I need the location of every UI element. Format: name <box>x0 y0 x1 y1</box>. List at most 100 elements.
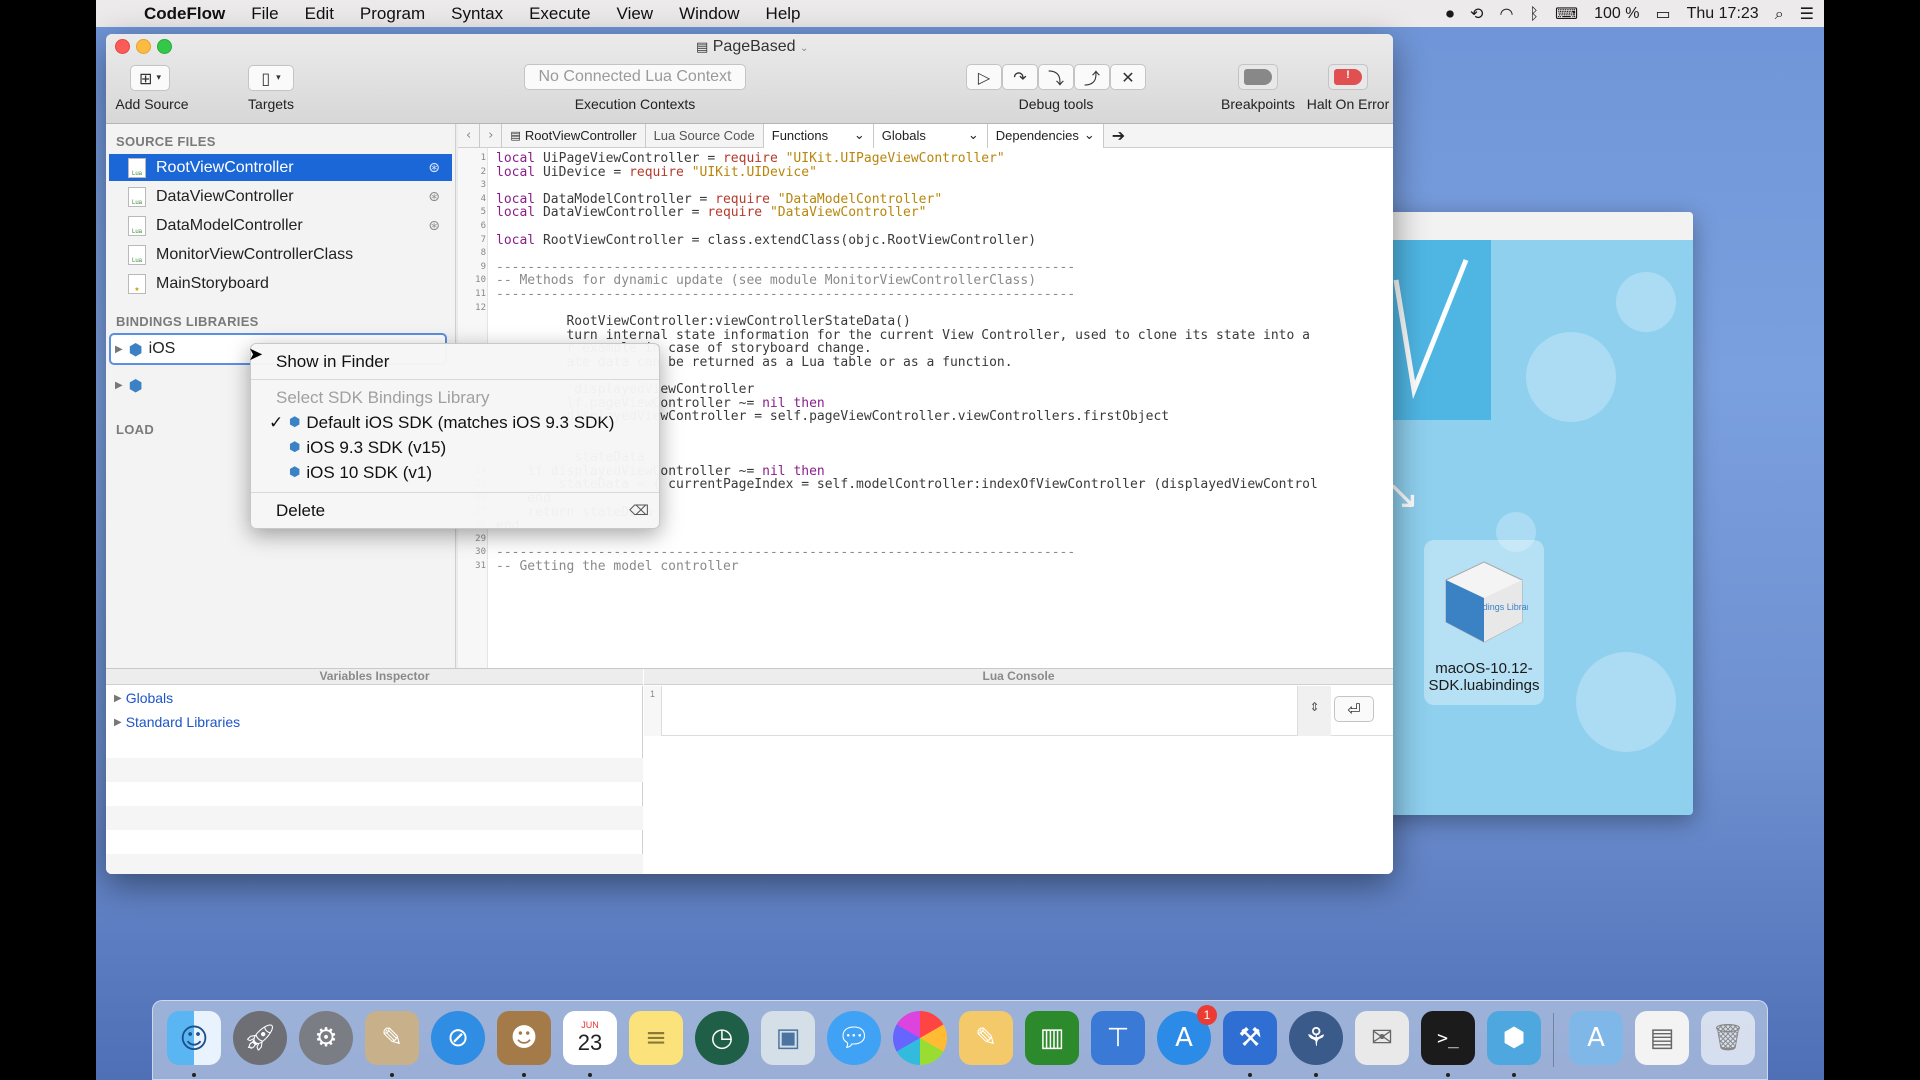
menu-syntax[interactable]: Syntax <box>438 4 516 24</box>
pages-icon[interactable]: ✎ <box>959 1011 1013 1065</box>
add-source-button[interactable]: ⊞ ▾ <box>130 65 170 91</box>
close-window-button[interactable] <box>115 39 130 54</box>
notification-center-icon[interactable]: ☰ <box>1800 4 1814 23</box>
background-window[interactable]: ↘ <box>1376 212 1693 815</box>
target-icon[interactable]: ⊛ <box>428 189 440 205</box>
sidebar-file-dataviewcontroller[interactable]: Lua DataViewController ⊛ <box>109 183 452 210</box>
variables-globals[interactable]: ▶ Globals <box>106 686 642 710</box>
calendar-icon[interactable]: JUN 23 <box>563 1011 617 1065</box>
breadcrumb-file[interactable]: ▤ RootViewController <box>502 123 646 148</box>
contacts-icon[interactable]: ☻ <box>497 1011 551 1065</box>
desktop-file-luabindings[interactable]: Bindings Library macOS-10.12- SDK.luabin… <box>1424 540 1544 705</box>
step-out-icon[interactable]: ⤴ <box>1074 64 1110 90</box>
notes-icon[interactable]: ≡ <box>629 1011 683 1065</box>
menu-view[interactable]: View <box>604 4 667 24</box>
code-line[interactable]: local DataViewController = require "Data… <box>496 204 927 221</box>
clock[interactable]: Thu 17:23 <box>1687 5 1759 23</box>
xcode-icon[interactable]: ⚒ <box>1223 1011 1277 1065</box>
menu-program[interactable]: Program <box>347 4 438 24</box>
step-over-icon[interactable]: ↷ <box>1002 64 1038 90</box>
breakpoints-button[interactable] <box>1238 64 1278 90</box>
execute-return-icon[interactable]: ⏎ <box>1334 696 1374 722</box>
code-line[interactable]: ----------------------------------------… <box>496 286 1075 303</box>
dependencies-popup[interactable]: Dependencies ⌄ <box>987 123 1104 148</box>
forward-arrow-icon[interactable]: › <box>480 123 503 148</box>
preview-icon[interactable]: ✎ <box>365 1011 419 1065</box>
stop-icon[interactable]: ✕ <box>1110 64 1146 90</box>
run-icon[interactable]: ▷ <box>966 64 1002 90</box>
keynote-icon[interactable]: ⊤ <box>1091 1011 1145 1065</box>
target-icon[interactable]: ⊛ <box>428 218 440 234</box>
target-icon[interactable]: ⊛ <box>428 160 440 176</box>
globals-popup[interactable]: Globals ⌄ <box>873 123 988 148</box>
applications-folder-icon[interactable]: A <box>1569 1011 1623 1065</box>
screen-record-icon[interactable]: ⏺ <box>1446 4 1454 24</box>
disclosure-triangle-icon[interactable]: ▶ <box>115 344 123 355</box>
keyboard-icon[interactable]: ⌨ <box>1555 4 1578 23</box>
menu-app-name[interactable]: CodeFlow <box>131 4 238 24</box>
menu-help[interactable]: Help <box>753 4 814 24</box>
zoom-window-button[interactable] <box>157 39 172 54</box>
codeflow-icon[interactable]: ⚘ <box>1289 1011 1343 1065</box>
halt-on-error-button[interactable]: ! <box>1328 64 1368 90</box>
code-line[interactable]: local UiDevice = require "UIKit.UIDevice… <box>496 164 817 181</box>
history-stepper[interactable]: ⇕ <box>1297 686 1331 736</box>
time-machine-icon[interactable]: ⟲ <box>1470 4 1483 23</box>
code-line[interactable]: -- Getting the model controller <box>496 558 739 575</box>
sidebar-file-mainstoryboard[interactable]: ★ MainStoryboard <box>109 270 452 297</box>
menu-option-default-ios-sdk[interactable]: ✓ ⬢ Default iOS SDK (matches iOS 9.3 SDK) <box>251 410 659 435</box>
script-editor-icon[interactable]: ✉ <box>1355 1011 1409 1065</box>
battery-percent[interactable]: 100 % <box>1594 5 1639 23</box>
menu-delete[interactable]: Delete ⌫ <box>251 498 659 523</box>
disclosure-triangle-icon[interactable]: ▶ <box>114 693 122 704</box>
sidebar-file-monitorviewcontrollerclass[interactable]: Lua MonitorViewControllerClass <box>109 241 452 268</box>
lua-context-field[interactable]: No Connected Lua Context <box>524 64 746 90</box>
functions-popup[interactable]: Functions ⌄ <box>763 123 874 148</box>
step-into-icon[interactable]: ⤵ <box>1038 64 1074 90</box>
disclosure-triangle-icon[interactable]: ▶ <box>114 717 122 728</box>
document-stack-icon[interactable]: ▤ <box>1635 1011 1689 1065</box>
line-number: 12 <box>475 302 486 313</box>
launchpad-icon[interactable]: 🚀︎ <box>233 1011 287 1065</box>
menu-show-in-finder[interactable]: Show in Finder <box>251 349 659 374</box>
code-line[interactable]: local RootViewController = class.extendC… <box>496 232 1036 249</box>
halt-on-error-label: Halt On Error <box>1306 96 1390 112</box>
chevron-down-icon[interactable]: ⌄ <box>800 43 808 54</box>
background-window-titlebar[interactable] <box>1376 212 1693 240</box>
disclosure-triangle-icon[interactable]: ▶ <box>115 380 123 391</box>
spotlight-icon[interactable]: ⌕ <box>1775 4 1784 24</box>
trash-icon[interactable]: 🗑︎ <box>1701 1011 1755 1065</box>
app-store-badge: 1 <box>1197 1005 1217 1025</box>
photos-icon[interactable] <box>893 1011 947 1065</box>
menu-edit[interactable]: Edit <box>292 4 347 24</box>
variables-standard-libraries[interactable]: ▶ Standard Libraries <box>106 710 642 734</box>
go-arrow-icon[interactable]: ➔ <box>1104 124 1133 148</box>
sidebar-file-rootviewcontroller[interactable]: Lua RootViewController ⊛ <box>109 154 452 181</box>
line-number: 6 <box>480 221 486 231</box>
menu-option-ios-10-sdk[interactable]: ⬢ iOS 10 SDK (v1) <box>251 460 659 485</box>
system-preferences-icon[interactable]: ⚙ <box>299 1011 353 1065</box>
sidebar-file-datamodelcontroller[interactable]: Lua DataModelController ⊛ <box>109 212 452 239</box>
empty-row <box>106 854 643 874</box>
time-machine-icon[interactable]: ◷ <box>695 1011 749 1065</box>
running-indicator <box>1446 1073 1450 1077</box>
running-indicator <box>1314 1073 1318 1077</box>
numbers-icon[interactable]: ▥ <box>1025 1011 1079 1065</box>
finder-icon[interactable]: ☺ <box>167 1011 221 1065</box>
photo-booth-icon[interactable]: ▣ <box>761 1011 815 1065</box>
menu-execute[interactable]: Execute <box>516 4 603 24</box>
wifi-icon[interactable]: ◠ <box>1499 4 1513 23</box>
bluetooth-icon[interactable]: ᛒ <box>1529 4 1539 23</box>
minimize-window-button[interactable] <box>136 39 151 54</box>
targets-button[interactable]: ▯ ▾ <box>248 65 294 91</box>
messages-icon[interactable]: 💬︎ <box>827 1011 881 1065</box>
safari-icon[interactable]: ⊘ <box>431 1011 485 1065</box>
console-input[interactable] <box>664 686 1294 736</box>
terminal-icon[interactable]: >_ <box>1421 1011 1475 1065</box>
back-arrow-icon[interactable]: ‹ <box>458 123 481 148</box>
menu-window[interactable]: Window <box>666 4 752 24</box>
menu-file[interactable]: File <box>238 4 291 24</box>
logo-v-icon <box>1393 259 1469 400</box>
lua-bindings-app-icon[interactable]: ⬢ <box>1487 1011 1541 1065</box>
menu-option-ios-9-3-sdk[interactable]: ⬢ iOS 9.3 SDK (v15) <box>251 435 659 460</box>
